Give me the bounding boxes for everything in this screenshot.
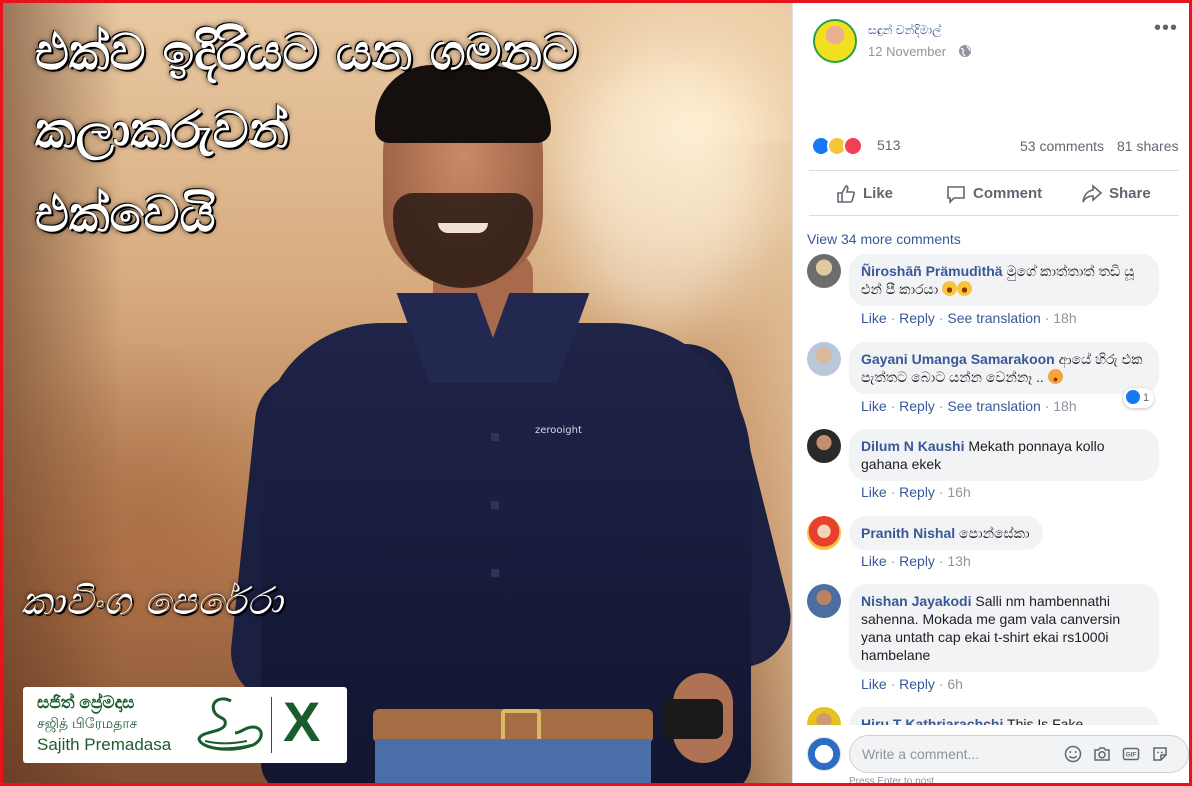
screenshot-frame: zerooight එක්ව ඉදිරියට යන ගමනට කලාකරුවන්… bbox=[0, 0, 1192, 786]
commenter-avatar[interactable] bbox=[807, 429, 841, 463]
reaction-count[interactable]: 513 bbox=[877, 137, 900, 153]
share-arrow-icon bbox=[1082, 184, 1103, 203]
comment-meta: Like · Reply · 16h bbox=[861, 484, 971, 500]
shirt-brand-text: zerooight bbox=[535, 425, 582, 436]
laughing-emoji-icon bbox=[942, 281, 958, 296]
comment-meta: Like · Reply · 6h bbox=[861, 676, 963, 692]
camera-icon[interactable] bbox=[1092, 744, 1112, 764]
logo-name-sinhala: සජිත් ප්‍රේමදාස bbox=[37, 693, 135, 712]
comment-composer: GIF Press Enter to post. bbox=[793, 725, 1189, 786]
comment-reply-link[interactable]: Reply bbox=[899, 553, 935, 569]
swan-icon bbox=[197, 697, 263, 751]
comment-like-link[interactable]: Like bbox=[861, 553, 887, 569]
comment-bubble: Dilum N Kaushi Mekath ponnaya kollo gaha… bbox=[849, 429, 1159, 481]
comment-button-label: Comment bbox=[973, 185, 1043, 202]
share-button-label: Share bbox=[1109, 185, 1151, 202]
logo-divider bbox=[271, 697, 272, 753]
poster-name-link[interactable]: සඳුන් චන්දිමාල් bbox=[868, 23, 941, 38]
comment-time[interactable]: 18h bbox=[1053, 310, 1076, 326]
love-reaction-icon bbox=[843, 136, 863, 156]
gif-icon[interactable]: GIF bbox=[1121, 744, 1141, 764]
comment-time[interactable]: 13h bbox=[947, 553, 970, 569]
comment-reaction-count: 1 bbox=[1143, 392, 1150, 404]
current-user-avatar[interactable] bbox=[807, 737, 841, 771]
comments-count-link[interactable]: 53 comments bbox=[1020, 138, 1104, 154]
comment-button[interactable]: Comment bbox=[945, 183, 1055, 205]
laughing-emoji-icon bbox=[957, 281, 973, 296]
commenter-name-link[interactable]: Nishan Jayakodi bbox=[861, 593, 972, 609]
comment-time[interactable]: 16h bbox=[947, 484, 970, 500]
comment-like-link[interactable]: Like bbox=[861, 484, 887, 500]
like-button[interactable]: Like bbox=[835, 183, 925, 205]
headline-line-2: කලාකරුවන් bbox=[35, 101, 290, 159]
commenter-avatar[interactable] bbox=[807, 342, 841, 376]
vote-x-mark: X bbox=[283, 690, 321, 753]
comment-reply-link[interactable]: Reply bbox=[899, 310, 935, 326]
comment-text: පොන්සේකා bbox=[959, 525, 1030, 541]
thumbs-up-icon bbox=[837, 185, 855, 203]
like-reaction-icon bbox=[1126, 390, 1140, 404]
poster-avatar[interactable] bbox=[813, 19, 857, 63]
post-timestamp[interactable]: 12 November bbox=[868, 44, 946, 59]
commenter-name-link[interactable]: Ñiroshāñ Prämudìthä bbox=[861, 263, 1003, 279]
emoji-picker-icon[interactable] bbox=[1063, 744, 1083, 764]
comment-meta: Like · Reply · 13h bbox=[861, 553, 971, 569]
comment-time[interactable]: 18h bbox=[1053, 398, 1076, 414]
post-sidebar: සඳුන් චන්දිමාල් 12 November ••• 513 53 c… bbox=[792, 3, 1189, 786]
headline-line-3: එක්වෙයි bbox=[35, 185, 216, 243]
sticker-icon[interactable] bbox=[1150, 744, 1170, 764]
comment-like-link[interactable]: Like bbox=[861, 310, 887, 326]
commenter-name-link[interactable]: Pranith Nishal bbox=[861, 525, 955, 541]
comment-reply-link[interactable]: Reply bbox=[899, 676, 935, 692]
person-smile bbox=[438, 223, 488, 233]
artist-name-signature: කාවිංග පෙරේරා bbox=[21, 579, 284, 623]
comment-bubble: Pranith Nishal පොන්සේකා bbox=[849, 516, 1043, 550]
comment-bubble: Ñiroshāñ Prämudìthä මුගේ කාත්තාත් තඩි යූ… bbox=[849, 254, 1159, 306]
shirt-buttons bbox=[491, 373, 499, 633]
commenter-name-link[interactable]: Gayani Umanga Samarakoon bbox=[861, 351, 1055, 367]
frowning-emoji-icon bbox=[1047, 369, 1063, 384]
gif-icon-label: GIF bbox=[1126, 752, 1137, 759]
globe-icon bbox=[959, 45, 971, 57]
person-figure: zerooight bbox=[226, 65, 792, 783]
comment-reply-link[interactable]: Reply bbox=[899, 484, 935, 500]
see-translation-link[interactable]: See translation bbox=[947, 310, 1040, 326]
comment-bubble: Nishan Jayakodi Salli nm hambennathi sah… bbox=[849, 584, 1159, 672]
commenter-avatar[interactable] bbox=[807, 516, 841, 550]
post-action-bar: Like Comment Share bbox=[809, 170, 1179, 216]
post-photo[interactable]: zerooight එක්ව ඉදිරියට යන ගමනට කලාකරුවන්… bbox=[3, 3, 792, 783]
shares-count-link[interactable]: 81 shares bbox=[1117, 138, 1178, 154]
wristwatch bbox=[663, 699, 723, 739]
see-translation-link[interactable]: See translation bbox=[947, 398, 1040, 414]
comment-meta: Like · Reply · See translation · 18h bbox=[861, 310, 1077, 326]
share-button[interactable]: Share bbox=[1081, 183, 1171, 205]
logo-name-english: Sajith Premadasa bbox=[37, 735, 172, 754]
headline-line-1: එක්ව ඉදිරියට යන ගමනට bbox=[35, 23, 579, 81]
comment-like-link[interactable]: Like bbox=[861, 398, 887, 414]
comment-bubble: Gayani Umanga Samarakoon ආයේ හිරු එක පැත… bbox=[849, 342, 1159, 394]
commenter-avatar[interactable] bbox=[807, 584, 841, 618]
person-jeans bbox=[375, 739, 651, 783]
belt-buckle bbox=[501, 709, 541, 743]
more-options-button[interactable]: ••• bbox=[1154, 17, 1178, 40]
like-button-label: Like bbox=[863, 185, 894, 202]
comment-like-link[interactable]: Like bbox=[861, 676, 887, 692]
commenter-name-link[interactable]: Dilum N Kaushi bbox=[861, 438, 964, 454]
comment-meta: Like · Reply · See translation · 18h bbox=[861, 398, 1077, 414]
view-more-comments-link[interactable]: View 34 more comments bbox=[807, 231, 961, 247]
comment-reply-link[interactable]: Reply bbox=[899, 398, 935, 414]
comment-time[interactable]: 6h bbox=[947, 676, 963, 692]
comment-bubble-icon bbox=[947, 186, 965, 204]
logo-name-tamil: சஜித் பிரேமதாச bbox=[37, 715, 138, 731]
campaign-logo-card: සජිත් ප්‍රේමදාස சஜித் பிரேமதாச Sajith Pr… bbox=[23, 687, 347, 763]
press-enter-hint: Press Enter to post. bbox=[849, 776, 937, 786]
comment-reaction-badge[interactable]: 1 bbox=[1123, 388, 1155, 408]
commenter-avatar[interactable] bbox=[807, 254, 841, 288]
